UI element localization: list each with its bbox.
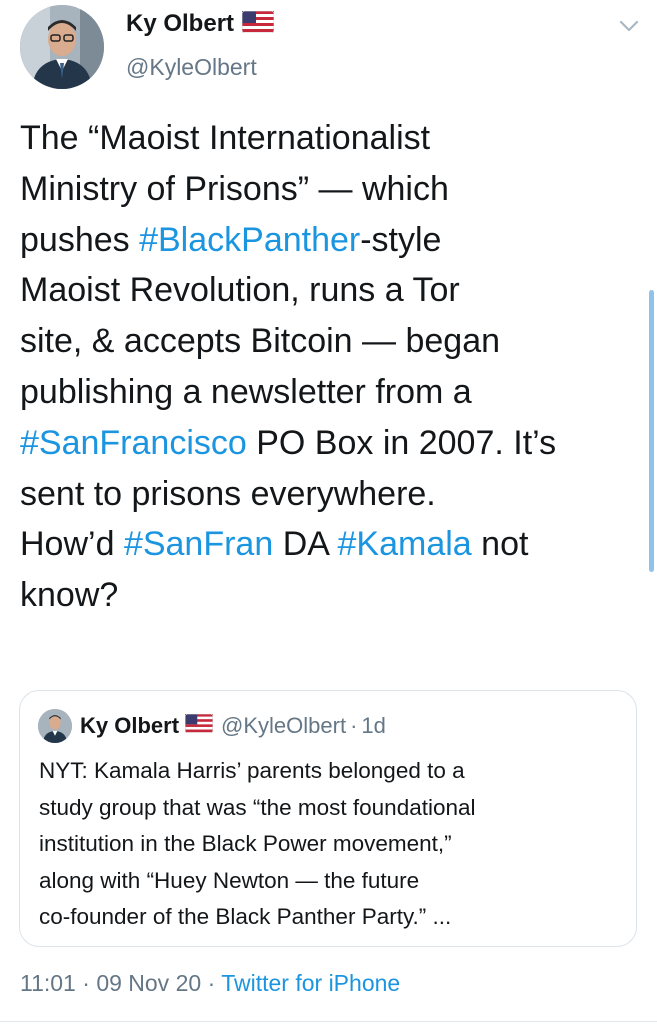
avatar[interactable] bbox=[20, 5, 104, 89]
quoted-text-line: NYT: Kamala Harris’ parents belonged to … bbox=[39, 758, 465, 783]
tweet-text-segment: -style bbox=[360, 220, 442, 259]
tweet-text-line: sent to prisons everywhere. bbox=[20, 469, 650, 520]
tweet-text-segment: Ministry of Prisons” — which bbox=[20, 169, 449, 208]
scrollbar[interactable] bbox=[649, 290, 654, 572]
tweet-text-segment: pushes bbox=[20, 220, 140, 259]
quoted-text-line: institution in the Black Power movement,… bbox=[39, 831, 452, 856]
quoted-text-line: study group that was “the most foundatio… bbox=[39, 794, 476, 820]
tweet-text-line: pushes #BlackPanther-style bbox=[20, 215, 650, 266]
quoted-separator: · bbox=[350, 713, 358, 738]
footer-separator: · bbox=[207, 970, 216, 996]
tweet-text-segment: The “Maoist Internationalist bbox=[20, 119, 431, 157]
tweet-text-segment: know? bbox=[20, 576, 119, 615]
chevron-down-icon[interactable] bbox=[618, 18, 640, 39]
quoted-avatar bbox=[38, 709, 72, 743]
quoted-text-line: co-founder of the Black Panther Party.” … bbox=[39, 904, 452, 929]
author-handle[interactable]: @KyleOlbert bbox=[126, 54, 257, 81]
tweet-text-line: The “Maoist Internationalist bbox=[20, 113, 650, 164]
quoted-tweet-text: NYT: Kamala Harris’ parents belonged to … bbox=[39, 753, 629, 936]
tweet-text-segment: PO Box in 2007. It’s bbox=[246, 423, 557, 462]
tweet-text-segment: Maoist Revolution, runs a Tor bbox=[20, 271, 460, 310]
tweet-footer: 11:01 · 09 Nov 20 · Twitter for iPhone bbox=[20, 970, 400, 997]
author-name-row: Ky Olbert bbox=[126, 10, 275, 38]
tweet-text-line: know? bbox=[20, 570, 650, 621]
hashtag-link[interactable]: #SanFran bbox=[124, 525, 273, 563]
hashtag-link[interactable]: #Kamala bbox=[338, 525, 472, 563]
quoted-author-name: Ky Olbert bbox=[80, 713, 180, 738]
us-flag-icon bbox=[241, 10, 275, 38]
tweet-text-segment: publishing a newsletter from a bbox=[20, 372, 472, 411]
divider bbox=[0, 1021, 657, 1022]
tweet-text-line: Ministry of Prisons” — which bbox=[20, 164, 650, 215]
tweet-time[interactable]: 11:01 bbox=[20, 970, 76, 996]
footer-separator: · bbox=[82, 970, 90, 996]
tweet-date[interactable]: 09 Nov 20 bbox=[96, 970, 201, 996]
quoted-tweet[interactable]: Ky Olbert @KyleOlbert · 1d NYT: Kamala H… bbox=[19, 690, 637, 947]
tweet-text-segment: site, & accepts Bitcoin — began bbox=[20, 322, 501, 361]
author-name[interactable]: Ky Olbert bbox=[126, 10, 234, 38]
us-flag-icon bbox=[184, 713, 214, 738]
tweet-text: The “Maoist Internationalist Ministry of … bbox=[20, 113, 650, 621]
tweet-text-line: How’d #SanFran DA #Kamala not bbox=[20, 519, 650, 570]
hashtag-link[interactable]: #SanFrancisco bbox=[20, 424, 247, 462]
tweet-text-line: Maoist Revolution, runs a Tor bbox=[20, 265, 650, 316]
tweet-text-line: publishing a newsletter from a bbox=[20, 367, 650, 418]
tweet-text-segment: sent to prisons everywhere. bbox=[20, 474, 436, 513]
tweet-text-segment: not bbox=[471, 525, 529, 564]
tweet-text-segment: DA bbox=[273, 525, 338, 564]
tweet-text-line: #SanFrancisco PO Box in 2007. It’s bbox=[20, 418, 650, 469]
tweet-text-line: site, & accepts Bitcoin — began bbox=[20, 316, 650, 367]
tweet-source-link[interactable]: Twitter for iPhone bbox=[221, 970, 400, 996]
quoted-age: 1d bbox=[361, 713, 386, 738]
quoted-author-handle: @KyleOlbert bbox=[221, 713, 347, 738]
quoted-tweet-header: Ky Olbert @KyleOlbert · 1d bbox=[38, 709, 386, 743]
quoted-text-line: along with “Huey Newton — the future bbox=[39, 867, 420, 893]
tweet-text-segment: How’d bbox=[20, 525, 124, 564]
hashtag-link[interactable]: #BlackPanther bbox=[139, 221, 360, 259]
